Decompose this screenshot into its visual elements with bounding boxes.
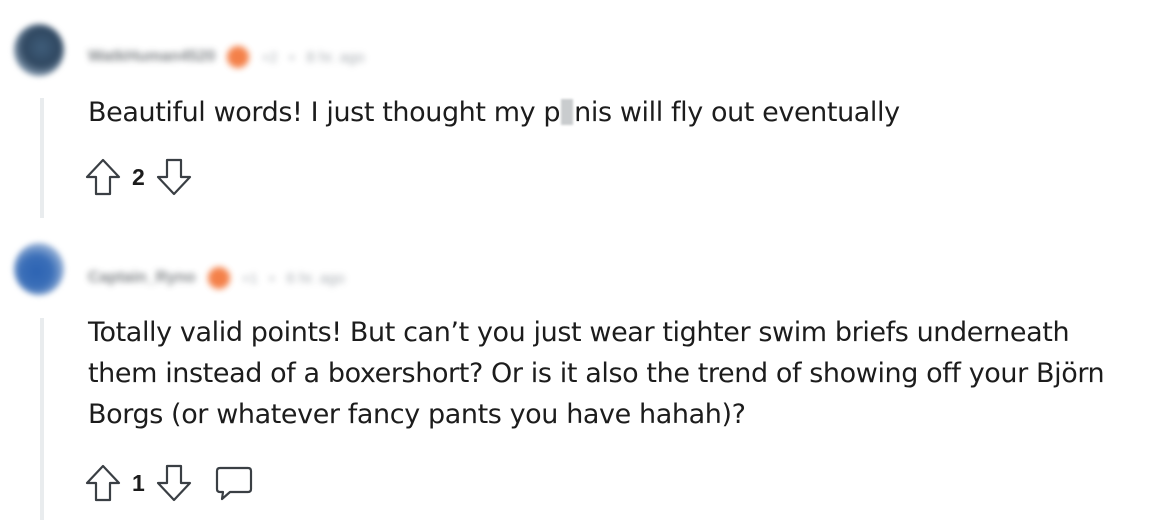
thread-line[interactable]	[40, 98, 44, 218]
meta-separator: +2	[261, 49, 278, 65]
comment-body: Beautiful words! I just thought my p nis …	[88, 92, 1138, 133]
comment-text: Beautiful words! I just thought my p	[88, 97, 561, 128]
comment-meta: Captain_Ryno +1 • 6 hr. ago	[88, 267, 345, 289]
censor-mark	[561, 99, 574, 125]
user-badge-icon	[207, 267, 230, 289]
thread-line[interactable]	[40, 318, 44, 520]
comment-timestamp[interactable]: 8 hr. ago	[306, 49, 364, 66]
comment-thread: WatkHuman4520 +2 • 8 hr. ago Beautiful w…	[0, 0, 1158, 520]
comment-meta: WatkHuman4520 +2 • 8 hr. ago	[88, 46, 365, 68]
comment-timestamp[interactable]: 6 hr. ago	[286, 270, 344, 287]
user-badge-icon	[227, 46, 250, 68]
upvote-icon[interactable]	[84, 157, 122, 197]
username[interactable]: WatkHuman4520	[88, 48, 215, 66]
comment-text: nis will fly out eventually	[574, 97, 900, 128]
vote-count: 2	[132, 163, 145, 190]
downvote-icon[interactable]	[155, 157, 193, 197]
reply-icon[interactable]	[213, 463, 255, 503]
meta-separator: •	[269, 270, 275, 286]
upvote-icon[interactable]	[84, 463, 122, 503]
comment-actions: 2	[84, 157, 193, 197]
comment-actions: 1	[84, 463, 255, 503]
comment-body: Totally valid points! But can’t you just…	[88, 317, 1105, 430]
downvote-icon[interactable]	[155, 463, 193, 503]
username[interactable]: Captain_Ryno	[88, 269, 196, 287]
avatar[interactable]	[14, 243, 64, 295]
vote-count: 1	[132, 469, 145, 496]
meta-separator: •	[289, 49, 295, 65]
avatar[interactable]	[14, 24, 64, 76]
meta-separator: +1	[241, 270, 258, 286]
